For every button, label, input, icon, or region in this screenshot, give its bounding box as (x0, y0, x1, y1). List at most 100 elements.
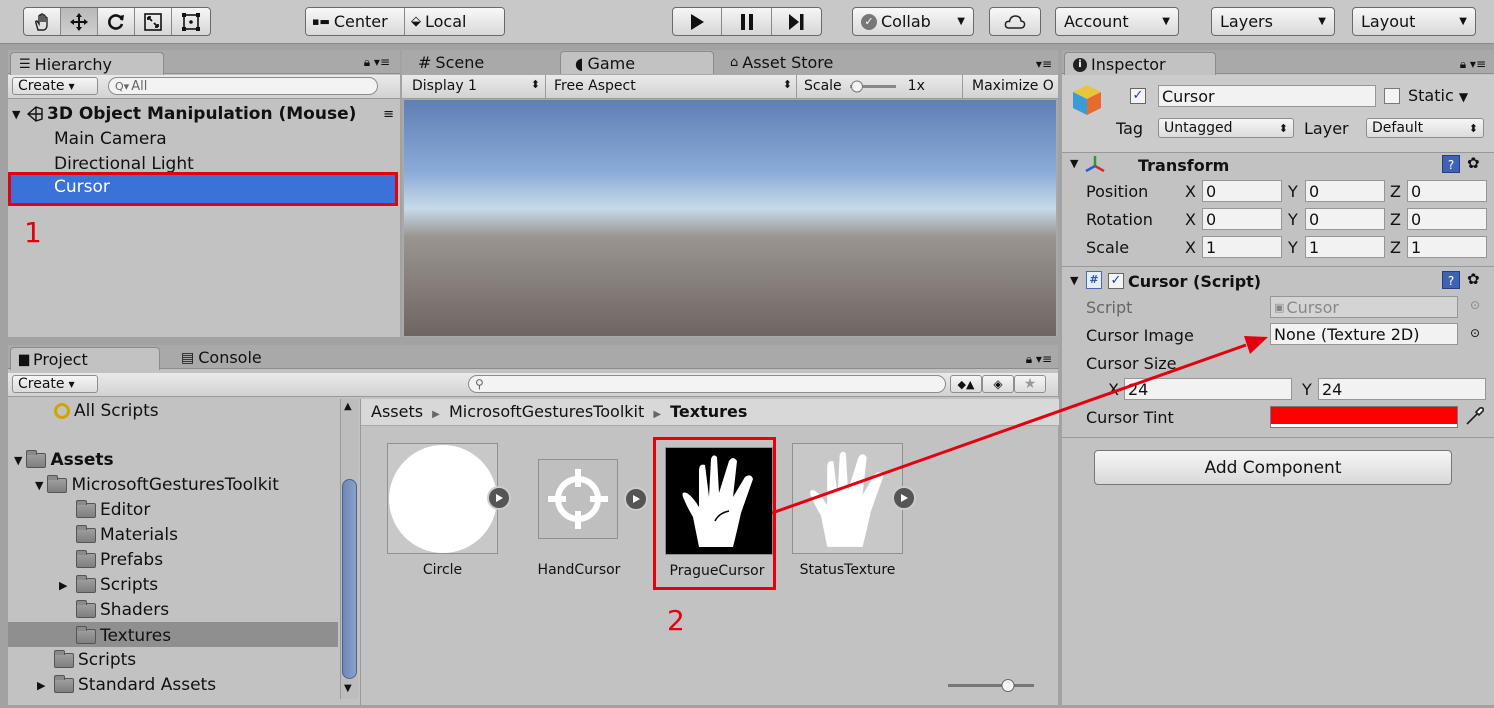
help-book-icon[interactable]: ? (1442, 271, 1460, 289)
folder-assets[interactable]: ▼ Assets (14, 449, 114, 470)
folder-standard-assets[interactable]: ▶ Standard Assets (37, 674, 216, 695)
position-x-input[interactable]: 0 (1202, 180, 1282, 202)
favorite-all-scripts[interactable]: All Scripts (54, 401, 159, 421)
rotation-y-input[interactable]: 0 (1305, 208, 1385, 230)
add-component-button[interactable]: Add Component (1094, 450, 1452, 485)
folder-materials[interactable]: Materials (76, 524, 178, 545)
scale-tool-button[interactable] (135, 8, 172, 35)
thumbnail-size-slider[interactable] (946, 677, 1036, 693)
static-checkbox[interactable] (1384, 88, 1400, 104)
account-dropdown[interactable]: Account ▼ (1055, 7, 1179, 36)
account-label: Account (1064, 12, 1129, 31)
breadcrumb-textures[interactable]: Textures (670, 402, 747, 421)
move-tool-button[interactable] (61, 8, 98, 35)
cursor-size-x-input[interactable]: 24 (1124, 378, 1292, 400)
tab-game[interactable]: ◖ Game (560, 51, 714, 74)
filter-by-type-button[interactable]: ◆▲ (950, 375, 982, 393)
cursor-image-field[interactable]: None (Texture 2D) (1270, 323, 1458, 345)
filter-by-label-button[interactable]: ◈ (982, 375, 1014, 393)
tab-hierarchy[interactable]: ☰ Hierarchy (10, 52, 164, 75)
asset-statustexture[interactable]: StatusTexture (792, 443, 922, 593)
position-z-input[interactable]: 0 (1407, 180, 1487, 202)
panel-menu-icon[interactable]: ▾≡ (1036, 57, 1052, 71)
hand-tool-button[interactable] (24, 8, 61, 35)
tree-scrollbar[interactable]: ▲ ▼ (340, 399, 358, 699)
play-button[interactable] (673, 8, 723, 35)
rotation-x-input[interactable]: 0 (1202, 208, 1282, 230)
asset-circle[interactable]: Circle (387, 443, 517, 593)
cursor-size-y-input[interactable]: 24 (1318, 378, 1486, 400)
folder-prefabs[interactable]: Prefabs (76, 549, 163, 570)
hierarchy-search-input[interactable]: Q▾ All (108, 77, 378, 95)
asset-handcursor[interactable]: HandCursor (538, 459, 648, 594)
help-book-icon[interactable]: ? (1442, 155, 1460, 173)
project-create-button[interactable]: Create ▼ (12, 375, 98, 393)
folder-textures[interactable]: Textures (8, 622, 338, 647)
active-checkbox[interactable]: ✓ (1130, 88, 1146, 104)
tab-inspector[interactable]: i Inspector (1064, 52, 1216, 75)
folder-shaders[interactable]: Shaders (76, 599, 169, 620)
rotate-tool-button[interactable] (98, 8, 135, 35)
lock-menu-icon[interactable]: 🔒︎ ▾≡ (364, 55, 390, 70)
object-header: ✓ Cursor Static ▼ Tag Untagged ⬍ Layer De… (1062, 75, 1494, 153)
tab-project[interactable]: ▆ Project (10, 347, 160, 370)
collab-button[interactable]: ✓ Collab ▼ (852, 7, 974, 36)
scrollbar-thumb[interactable] (342, 479, 357, 679)
pivot-toggle-group: ▪▬ Center ⬙ Local (305, 7, 505, 36)
position-y-input[interactable]: 0 (1305, 180, 1385, 202)
folder-microsoft-gestures-toolkit[interactable]: ▼ MicrosoftGesturesToolkit (35, 474, 279, 495)
object-name-input[interactable]: Cursor (1158, 85, 1376, 107)
scale-x-input[interactable]: 1 (1202, 236, 1282, 258)
scale-y-input[interactable]: 1 (1305, 236, 1385, 258)
lock-menu-icon[interactable]: 🔒︎ ▾≡ (1460, 57, 1486, 72)
search-filter-icon (54, 403, 70, 419)
scene-menu-icon[interactable]: ≡ (383, 107, 398, 122)
favorite-button[interactable]: ★ (1014, 375, 1046, 393)
aspect-dropdown[interactable]: Free Aspect ⬍ (554, 78, 792, 94)
step-button[interactable] (772, 8, 821, 35)
expand-play-icon[interactable] (892, 486, 916, 510)
expand-play-icon[interactable] (624, 487, 648, 511)
tab-asset-store[interactable]: ⌂ Asset Store (722, 51, 843, 73)
project-search-input[interactable]: ⚲ (468, 375, 946, 393)
tab-scene[interactable]: # Scene (410, 51, 494, 73)
rotation-z-input[interactable]: 0 (1407, 208, 1487, 230)
folder-toolkit-scripts[interactable]: ▶ Scripts (59, 574, 158, 595)
breadcrumb-assets[interactable]: Assets (371, 402, 423, 421)
pause-button[interactable] (722, 8, 772, 35)
breadcrumb-toolkit[interactable]: MicrosoftGesturesToolkit (449, 402, 644, 421)
lock-menu-icon[interactable]: 🔒︎ ▾≡ (1026, 352, 1052, 367)
gear-icon[interactable]: ✿ (1467, 270, 1480, 288)
cursor-tint-swatch[interactable] (1270, 406, 1458, 428)
hierarchy-create-button[interactable]: Create ▼ (12, 77, 98, 95)
item-label: Editor (100, 500, 151, 520)
static-dropdown[interactable]: Static ▼ (1408, 86, 1468, 105)
fold-open-icon[interactable]: ▼ (1070, 274, 1078, 287)
hierarchy-item-directional-light[interactable]: Directional Light (54, 154, 194, 174)
scale-slider[interactable]: Scale 1x (804, 78, 925, 94)
component-enabled-checkbox[interactable]: ✓ (1108, 273, 1124, 289)
layers-dropdown[interactable]: Layers ▼ (1211, 7, 1335, 36)
pivot-center-button[interactable]: ▪▬ Center (306, 8, 405, 35)
tag-dropdown[interactable]: Untagged ⬍ (1158, 118, 1294, 138)
object-picker-icon[interactable]: ⊙ (1470, 326, 1480, 340)
display-dropdown[interactable]: Display 1 ⬍ (412, 78, 540, 94)
fold-open-icon[interactable]: ▼ (1070, 157, 1078, 170)
maximize-on-play-toggle[interactable]: Maximize O (972, 78, 1058, 94)
eyedropper-icon[interactable] (1464, 405, 1486, 427)
scene-root-row[interactable]: ▼ 3D Object Manipulation (Mouse) ≡ (12, 104, 398, 124)
expand-play-icon[interactable] (487, 486, 511, 510)
hierarchy-item-main-camera[interactable]: Main Camera (54, 129, 167, 149)
folder-scripts[interactable]: Scripts (54, 649, 136, 670)
folder-editor[interactable]: Editor (76, 499, 151, 520)
cloud-button[interactable] (989, 7, 1041, 36)
rect-tool-button[interactable] (172, 8, 209, 35)
scale-z-input[interactable]: 1 (1407, 236, 1487, 258)
hierarchy-toolbar: Create ▼ Q▾ All (8, 75, 400, 99)
layout-dropdown[interactable]: Layout ▼ (1352, 7, 1476, 36)
layer-dropdown[interactable]: Default ⬍ (1366, 118, 1484, 138)
game-viewport[interactable] (404, 100, 1056, 336)
space-local-button[interactable]: ⬙ Local (405, 8, 504, 35)
tab-console[interactable]: ▤ Console (173, 346, 272, 368)
gear-icon[interactable]: ✿ (1467, 154, 1480, 172)
